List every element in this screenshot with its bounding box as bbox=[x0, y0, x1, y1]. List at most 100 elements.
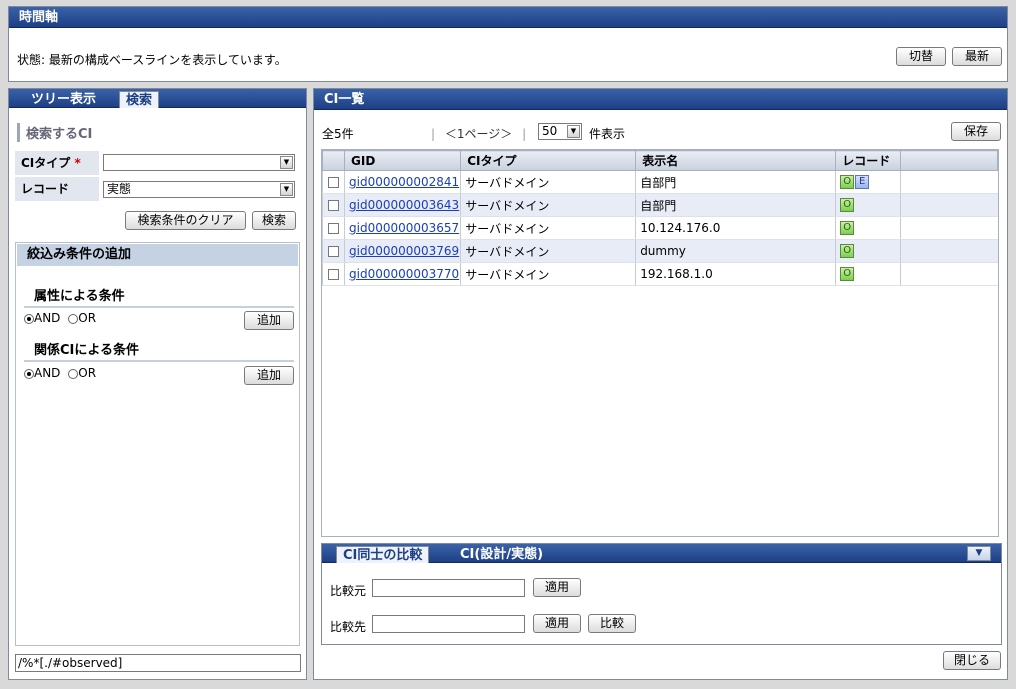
observed-record-icon[interactable]: O bbox=[840, 198, 855, 213]
filler-cell bbox=[900, 170, 998, 194]
page-size-select[interactable]: 50 ▼ bbox=[538, 123, 582, 140]
save-button[interactable]: 保存 bbox=[951, 122, 1001, 141]
target-apply-button[interactable]: 適用 bbox=[533, 614, 581, 633]
ci-list-title: CI一覧 bbox=[314, 89, 1007, 110]
gid-link[interactable]: gid000000002841 bbox=[349, 175, 459, 189]
source-apply-button[interactable]: 適用 bbox=[533, 578, 581, 597]
rel-or-radio[interactable] bbox=[68, 368, 79, 379]
attr-and-radio[interactable] bbox=[24, 313, 34, 324]
tab-tree[interactable]: ツリー表示 bbox=[25, 91, 102, 108]
tab-ci-compare[interactable]: CI同士の比較 bbox=[336, 546, 430, 563]
observed-record-icon[interactable]: O bbox=[840, 244, 855, 259]
attr-logic: AND OR bbox=[24, 311, 96, 325]
observed-record-icon[interactable]: O bbox=[840, 175, 855, 190]
compare-panel: CI同士の比較 CI(設計/実態) ▼ 比較元 適用 比較先 適用 比較 bbox=[321, 543, 1002, 645]
page-size-value: 50 bbox=[542, 124, 558, 138]
table-row: gid000000003643 サーバドメイン 自部門 O bbox=[322, 193, 998, 217]
name-cell: 自部門 bbox=[635, 170, 836, 194]
filler-cell bbox=[900, 193, 998, 217]
type-cell: サーバドメイン bbox=[460, 170, 636, 194]
chevron-down-icon: ▼ bbox=[567, 125, 580, 138]
row-checkbox[interactable] bbox=[328, 246, 339, 257]
expected-record-icon[interactable]: E bbox=[855, 175, 870, 190]
attr-condition-title: 属性による条件 bbox=[24, 285, 294, 308]
source-label: 比較元 bbox=[330, 584, 367, 598]
filler-cell bbox=[900, 239, 998, 263]
close-button[interactable]: 閉じる bbox=[943, 651, 1001, 670]
row-checkbox[interactable] bbox=[328, 223, 339, 234]
filter-box: 絞込み条件の追加 属性による条件 AND OR 追加 関係CIによる条件 AND… bbox=[15, 242, 300, 646]
section-title: 検索するCI bbox=[17, 123, 92, 142]
column-header-gid[interactable]: GID bbox=[343, 150, 462, 171]
ci-list-panel: CI一覧 全5件 | ＜1ページ＞ | 50 ▼ 件表示 保存 GID CIタイ… bbox=[313, 88, 1008, 680]
record-select[interactable]: 実態 ▼ bbox=[103, 181, 295, 198]
tab-ci-design-actual[interactable]: CI(設計/実態) bbox=[454, 546, 549, 563]
observed-record-icon[interactable]: O bbox=[840, 221, 855, 236]
left-tabbar: ツリー表示 検索 bbox=[9, 89, 306, 108]
type-cell: サーバドメイン bbox=[460, 216, 636, 240]
gid-link[interactable]: gid000000003657 bbox=[349, 221, 459, 235]
collapse-toggle[interactable]: ▼ bbox=[967, 546, 991, 561]
gid-link[interactable]: gid000000003643 bbox=[349, 198, 459, 212]
chevron-down-icon: ▼ bbox=[280, 156, 293, 169]
page-size-suffix: 件表示 bbox=[589, 127, 626, 141]
observed-record-icon[interactable]: O bbox=[840, 267, 855, 282]
row-checkbox[interactable] bbox=[328, 200, 339, 211]
type-cell: サーバドメイン bbox=[460, 239, 636, 263]
type-cell: サーバドメイン bbox=[460, 193, 636, 217]
source-input[interactable] bbox=[372, 579, 525, 597]
latest-button[interactable]: 最新 bbox=[952, 47, 1002, 66]
select-column-header bbox=[322, 150, 345, 171]
rel-and-radio[interactable] bbox=[24, 368, 34, 379]
gid-link[interactable]: gid000000003769 bbox=[349, 244, 459, 258]
filler-cell bbox=[900, 216, 998, 240]
target-label: 比較先 bbox=[330, 620, 367, 634]
table-row: gid000000003657 サーバドメイン 10.124.176.0 O bbox=[322, 216, 998, 240]
switch-button[interactable]: 切替 bbox=[896, 47, 946, 66]
ci-type-label: CIタイプ bbox=[21, 156, 71, 170]
ci-type-select[interactable]: ▼ bbox=[103, 154, 295, 171]
table-row: gid000000003769 サーバドメイン dummy O bbox=[322, 239, 998, 263]
compare-button[interactable]: 比較 bbox=[588, 614, 636, 633]
page-nav[interactable]: ＜1ページ＞ bbox=[445, 127, 512, 141]
required-mark: * bbox=[74, 156, 81, 170]
ci-type-label-cell: CIタイプ * bbox=[15, 151, 99, 175]
rel-or-label: OR bbox=[78, 366, 97, 380]
rel-logic: AND OR bbox=[24, 366, 96, 380]
filler-cell bbox=[900, 262, 998, 286]
attr-or-label: OR bbox=[78, 311, 97, 325]
search-button[interactable]: 検索 bbox=[252, 211, 296, 230]
attr-or-radio[interactable] bbox=[68, 313, 79, 324]
ci-grid: GID CIタイプ 表示名 レコード gid000000002841 サーバドメ… bbox=[321, 149, 999, 537]
column-header-filler bbox=[900, 150, 998, 171]
row-checkbox[interactable] bbox=[328, 269, 339, 280]
timeline-status: 状態: 最新の構成ベースラインを表示しています。 bbox=[17, 53, 287, 67]
chevron-down-icon: ▼ bbox=[975, 548, 983, 558]
tab-search[interactable]: 検索 bbox=[119, 91, 160, 108]
name-cell: 10.124.176.0 bbox=[635, 216, 836, 240]
table-header-row: GID CIタイプ 表示名 レコード bbox=[322, 150, 998, 171]
compare-tabbar: CI同士の比較 CI(設計/実態) ▼ bbox=[322, 544, 1001, 563]
gid-link[interactable]: gid000000003770 bbox=[349, 267, 459, 281]
timeline-title: 時間軸 bbox=[9, 7, 1007, 28]
chevron-down-icon: ▼ bbox=[280, 183, 293, 196]
column-header-name[interactable]: 表示名 bbox=[635, 150, 837, 171]
clear-conditions-button[interactable]: 検索条件のクリア bbox=[125, 211, 246, 230]
column-header-type[interactable]: CIタイプ bbox=[460, 150, 637, 171]
record-select-value: 実態 bbox=[107, 182, 132, 196]
row-checkbox[interactable] bbox=[328, 177, 339, 188]
name-cell: 192.168.1.0 bbox=[635, 262, 836, 286]
attr-add-button[interactable]: 追加 bbox=[244, 311, 294, 330]
record-label-cell: レコード bbox=[15, 177, 99, 201]
table-row: gid000000002841 サーバドメイン 自部門 OE bbox=[322, 170, 998, 194]
target-input[interactable] bbox=[372, 615, 525, 633]
rel-condition-title: 関係CIによる条件 bbox=[24, 339, 294, 362]
pager-sep-left: | bbox=[431, 127, 436, 141]
xpath-input[interactable]: /%*[./#observed] bbox=[15, 654, 301, 672]
rel-add-button[interactable]: 追加 bbox=[244, 366, 294, 385]
type-cell: サーバドメイン bbox=[460, 262, 636, 286]
rel-and-label: AND bbox=[34, 366, 61, 380]
timeline-panel: 時間軸 状態: 最新の構成ベースラインを表示しています。 切替 最新 bbox=[8, 6, 1008, 82]
column-header-record[interactable]: レコード bbox=[835, 150, 902, 171]
ci-table: GID CIタイプ 表示名 レコード gid000000002841 サーバドメ… bbox=[322, 150, 998, 286]
